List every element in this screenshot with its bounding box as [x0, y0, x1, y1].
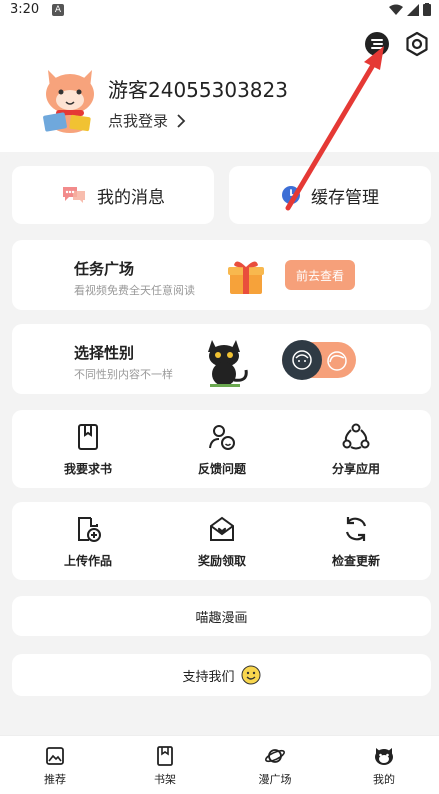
task-subtitle: 看视频免费全天任意阅读 — [74, 284, 195, 297]
recommend-icon — [46, 746, 64, 765]
nav-comic-square[interactable]: 漫广场 — [220, 736, 330, 794]
check-update-button[interactable]: 检查更新 — [286, 502, 426, 580]
refresh-icon — [345, 516, 367, 541]
cache-management-button[interactable]: 缓存管理 — [229, 166, 431, 224]
black-cat-icon — [208, 340, 248, 387]
nav-mine-label: 我的 — [373, 772, 395, 786]
my-messages-label: 我的消息 — [97, 187, 165, 208]
support-us-row[interactable]: 支持我们 — [12, 654, 431, 696]
book-request-icon — [78, 423, 98, 450]
feedback-button[interactable]: 反馈问题 — [152, 410, 292, 488]
settings-button[interactable] — [403, 30, 431, 58]
chevron-right-icon — [177, 113, 186, 128]
gender-toggle[interactable] — [282, 340, 356, 380]
upload-work-label: 上传作品 — [63, 553, 112, 568]
support-us-label: 支持我们 — [182, 669, 235, 685]
reward-claim-label: 奖励领取 — [197, 553, 246, 568]
nav-bookshelf[interactable]: 书架 — [110, 736, 220, 794]
nav-bookshelf-label: 书架 — [154, 772, 176, 786]
header-actions — [363, 30, 431, 58]
cat-profile-icon — [375, 747, 393, 765]
chat-bubble-icon — [63, 187, 85, 203]
male-knob — [282, 340, 322, 380]
planet-icon — [265, 748, 285, 763]
reward-claim-button[interactable]: 奖励领取 — [152, 502, 292, 580]
wifi-icon — [389, 4, 403, 15]
nav-recommend-label: 推荐 — [44, 772, 66, 786]
settings-icon — [406, 31, 428, 57]
reward-icon — [210, 516, 234, 541]
female-face-icon — [327, 351, 347, 371]
night-mode-button[interactable] — [363, 30, 391, 58]
bookshelf-icon — [157, 745, 173, 766]
gender-subtitle: 不同性别内容不一样 — [74, 368, 173, 381]
my-messages-button[interactable]: 我的消息 — [12, 166, 214, 224]
notification-badge: A — [52, 4, 64, 16]
profile-header: 游客24055303823 点我登录 — [0, 22, 439, 152]
status-bar: 3:20 A — [0, 0, 439, 22]
app-name-label: 喵趣漫画 — [195, 610, 248, 626]
night-mode-icon — [365, 32, 389, 56]
nav-recommend[interactable]: 推荐 — [0, 736, 110, 794]
status-time: 3:20 — [10, 2, 40, 17]
book-request-button[interactable]: 我要求书 — [18, 410, 158, 488]
bottom-nav: 推荐 书架 漫广场 我的 — [0, 735, 439, 794]
smiley-icon — [241, 665, 260, 685]
share-app-button[interactable]: 分享应用 — [286, 410, 426, 488]
task-square-card[interactable]: 任务广场 看视频免费全天任意阅读 前去查看 — [12, 240, 431, 310]
main-content: 我的消息 缓存管理 任务广场 看视频免费全天任意阅读 前去查看 选择性别 不同性… — [0, 152, 439, 732]
gender-select-card: 选择性别 不同性别内容不一样 — [12, 324, 431, 394]
signal-icon — [407, 3, 419, 16]
battery-icon — [423, 3, 431, 16]
share-icon — [342, 423, 370, 449]
gender-title: 选择性别 — [74, 344, 135, 362]
go-view-button[interactable]: 前去查看 — [285, 260, 355, 290]
book-request-label: 我要求书 — [63, 461, 112, 476]
upload-icon — [78, 516, 101, 542]
fox-avatar-icon — [43, 70, 94, 133]
nav-mine[interactable]: 我的 — [329, 736, 439, 794]
task-title: 任务广场 — [74, 260, 135, 278]
status-icons — [389, 3, 431, 16]
gift-icon — [228, 261, 264, 294]
check-update-label: 检查更新 — [331, 553, 380, 568]
nav-comic-square-label: 漫广场 — [258, 772, 292, 786]
app-name-row[interactable]: 喵趣漫画 — [12, 596, 431, 636]
user-name: 游客24055303823 — [108, 78, 288, 102]
login-link-label: 点我登录 — [108, 112, 169, 130]
feedback-icon — [209, 424, 235, 450]
male-face-icon — [292, 350, 312, 370]
upload-work-button[interactable]: 上传作品 — [18, 502, 158, 580]
clock-icon — [282, 186, 300, 204]
feature-grid-row-1: 我要求书 反馈问题 分享应用 — [12, 410, 431, 488]
login-link[interactable]: 点我登录 — [108, 110, 186, 131]
feature-grid-row-2: 上传作品 奖励领取 检查更新 — [12, 502, 431, 580]
share-app-label: 分享应用 — [331, 461, 380, 476]
avatar[interactable] — [40, 64, 100, 134]
cache-management-label: 缓存管理 — [311, 187, 379, 208]
feedback-label: 反馈问题 — [197, 461, 246, 476]
